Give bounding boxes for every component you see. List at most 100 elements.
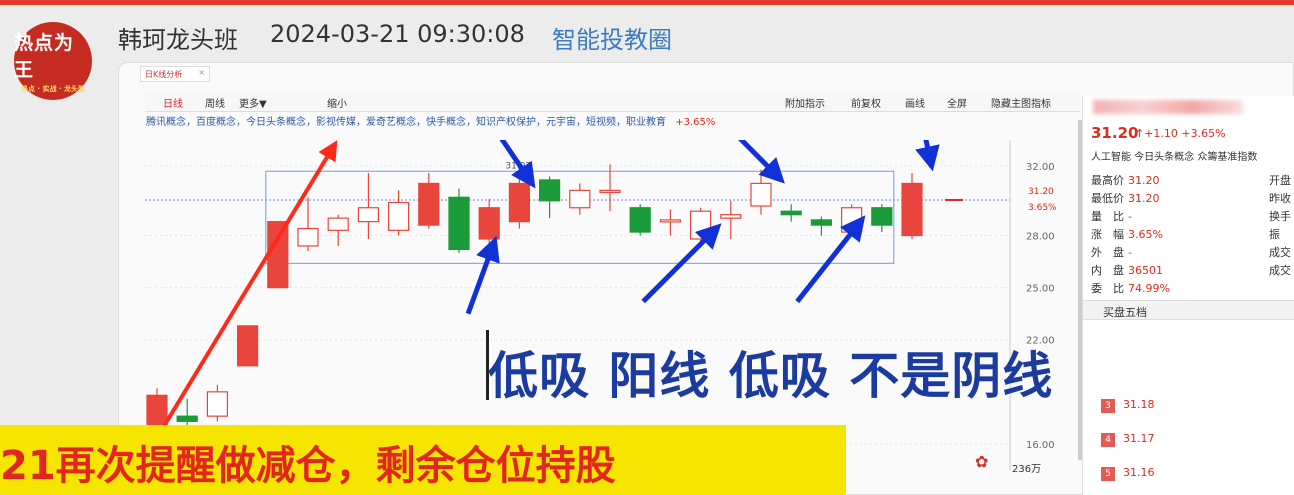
level-number: 5 [1101,467,1115,481]
candle-body [720,214,742,219]
reminder-banner: 21再次提醒做减仓，剩余仓位持股 [0,425,846,495]
avatar[interactable]: 热点为王 热点 · 实战 · 龙头股 [14,22,92,100]
quote-side-label: 换手 [1269,210,1291,223]
candle-body [840,207,863,233]
quote-label: 量 比 [1091,210,1124,223]
quote-label: 委 比 [1091,282,1124,295]
quote-label: 涨 幅 [1091,228,1124,241]
video-frame: 热点为王 热点 · 实战 · 龙头股 韩珂龙头班 2024-03-21 09:3… [0,0,1294,495]
quote-label: 最低价 [1091,192,1124,205]
post-timestamp: 2024-03-21 09:30:08 [270,20,525,48]
level-number: 3 [1101,399,1115,413]
annotation-arrow [145,140,338,462]
candle-body [448,196,470,251]
quote-side-label: 振 [1269,228,1280,241]
annotation-text: 低吸 阳线 低吸 不是阴线 [488,347,1054,405]
quote-row: 量 比 - 换手 [1091,208,1291,224]
quote-row: 最低价 31.20 昨收 [1091,190,1291,206]
more-menu[interactable]: 更多▼ [239,95,267,110]
quote-value: - [1128,210,1132,223]
candle-body [176,415,198,422]
sector-list: 腾讯概念，百度概念，今日头条概念，影视传媒，爱奇艺概念，快手概念，知识产权保护，… [146,117,666,128]
top-accent-line [0,0,1294,5]
level-price: 31.18 [1123,398,1155,411]
candle-body [659,219,682,223]
avatar-subtext: 热点 · 实战 · 龙头股 [20,85,86,93]
quote-row: 最高价 31.20 开盘 [1091,172,1291,188]
quote-side-label: 成交 [1269,246,1291,259]
quote-label: 内 盘 [1091,264,1124,277]
concept-tags[interactable]: 人工智能 今日头条概念 众籌基准指数 [1091,148,1257,163]
quote-row: 外 盘 - 成交 [1091,244,1291,260]
gear-icon[interactable]: ✿ [975,452,988,471]
candle-body [780,210,802,216]
quote-side-label: 成交 [1269,264,1291,277]
avatar-text: 热点为王 [14,32,75,81]
quote-value: 36501 [1128,264,1163,277]
candlestick-chart[interactable]: 32.0028.0025.0022.0016.0031.203.65%31.97 [145,140,1075,470]
annotation-arrow [738,140,785,184]
quote-row: 委 比 74.99% [1091,280,1170,296]
y-tick-label: 25.00 [1026,284,1055,295]
reminder-text: 21再次提醒做减仓，剩余仓位持股 [0,443,616,489]
adjust-button[interactable]: 前复权 [851,95,881,110]
level-price: 31.17 [1123,432,1155,445]
order-level: 5 31.16 [1101,466,1155,481]
candle-body [206,391,229,417]
quote-value: 74.99% [1128,282,1170,295]
chart-tab[interactable]: 日K线分析 × [140,66,210,82]
candle-body [297,227,319,247]
candle-body [236,325,259,367]
quote-value: 3.65% [1128,228,1163,241]
candle-body [478,207,500,240]
quote-label: 外 盘 [1091,246,1124,259]
candle-body [810,219,833,226]
close-icon[interactable]: × [198,68,205,77]
annotation-arrow [915,140,940,172]
quote-side-label: 开盘 [1269,174,1291,187]
price-change: ↑+1.10 +3.65% [1135,127,1226,140]
current-pct-label: 3.65% [1028,203,1057,213]
candle-body [327,217,349,231]
candle-body [901,182,923,237]
zoom-out-button[interactable]: 缩小 [327,95,347,110]
candle-body [146,394,168,428]
candle-body [418,182,440,226]
chart-toolbar: 日线 周线 更多▼ 缩小 附加指示 前复权 画线 全屏 隐藏主图指标 [145,92,1080,112]
annotation-arrow [499,140,536,189]
draw-line-button[interactable]: 画线 [905,95,925,110]
volume-label: 236万 [1012,464,1042,475]
sector-change: +3.65% [675,117,716,128]
author-name[interactable]: 韩珂龙头班 [118,20,238,55]
candle-body [569,189,591,209]
fullscreen-button[interactable]: 全屏 [947,95,967,110]
current-price-label: 31.20 [1028,187,1054,197]
candle-body [267,221,289,289]
order-level: 3 31.18 [1101,398,1155,413]
hide-indicator-button[interactable]: 隐藏主图指标 [991,95,1051,110]
annotation-arrow [641,223,722,304]
candle-body [629,207,651,233]
quote-row: 内 盘 36501 成交 [1091,262,1291,278]
tab-daily[interactable]: 日线 [163,95,183,110]
quote-value: - [1128,246,1132,259]
quote-label: 最高价 [1091,174,1124,187]
candle-body [388,201,410,231]
candle-body [750,182,772,207]
quote-row: 涨 幅 3.65% 振 [1091,226,1280,242]
order-level: 4 31.17 [1101,432,1155,447]
tab-weekly[interactable]: 周线 [205,95,225,110]
y-tick-label: 28.00 [1026,232,1055,243]
circle-link[interactable]: 智能投教圈 [552,20,672,55]
candle-body [357,207,379,223]
level-price: 31.16 [1123,466,1155,479]
y-tick-label: 16.00 [1026,440,1055,451]
chart-tab-label: 日K线分析 [145,70,183,79]
candle-body [599,189,621,193]
candle-body [871,207,893,226]
candle-body [539,179,561,202]
indicator-button[interactable]: 附加指示 [785,95,825,110]
annotation-arrow [465,235,500,315]
quote-panel: 31.20 ↑+1.10 +3.65% 人工智能 今日头条概念 众籌基准指数 最… [1082,96,1294,495]
quote-value: 31.20 [1128,174,1160,187]
